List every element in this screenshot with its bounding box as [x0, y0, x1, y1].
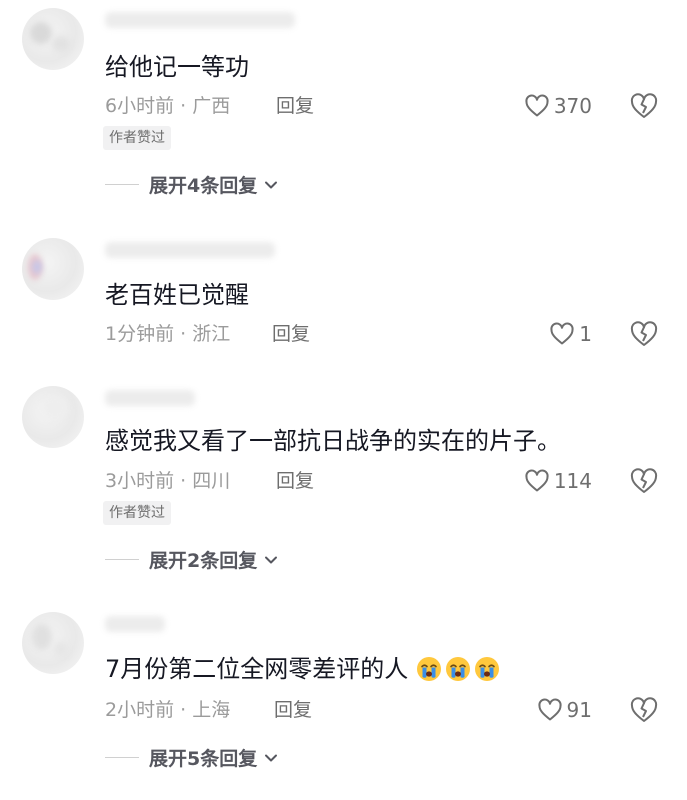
comment-text-content: 7月份第二位全网零差评的人 — [105, 655, 409, 683]
comment-time-location: 6小时前 · 广西 — [105, 95, 231, 117]
like-button[interactable]: 1 — [549, 322, 592, 346]
comment-text: 7月份第二位全网零差评的人 — [105, 654, 503, 684]
crying-emoji — [416, 657, 441, 681]
username[interactable] — [105, 390, 195, 406]
broken-heart-icon[interactable] — [629, 92, 659, 120]
avatar[interactable] — [22, 612, 84, 674]
broken-heart-icon[interactable] — [629, 467, 659, 495]
chevron-down-icon — [265, 556, 278, 563]
comment-text: 老百姓已觉醒 — [105, 281, 249, 309]
like-button[interactable]: 370 — [524, 94, 592, 118]
author-liked-badge: 作者赞过 — [103, 126, 171, 150]
expand-replies-button[interactable]: 展开4条回复 — [105, 171, 279, 198]
author-liked-badge: 作者赞过 — [103, 501, 171, 525]
expand-replies-label: 展开2条回复 — [149, 550, 258, 572]
comment-time-location: 1分钟前 · 浙江 — [105, 323, 231, 345]
comment-time-location: 3小时前 · 四川 — [105, 470, 231, 492]
reply-button[interactable]: 回复 — [276, 469, 314, 493]
heart-outline-icon — [525, 94, 549, 117]
broken-heart-icon[interactable] — [629, 320, 659, 348]
like-count: 1 — [579, 322, 592, 346]
chevron-down-icon — [265, 181, 278, 188]
expand-replies-button[interactable]: 展开5条回复 — [105, 744, 279, 771]
like-button[interactable]: 114 — [524, 469, 592, 493]
divider-line — [105, 757, 139, 758]
username[interactable] — [105, 12, 295, 28]
expand-replies-button[interactable]: 展开2条回复 — [105, 546, 279, 573]
username[interactable] — [105, 242, 275, 258]
reply-button[interactable]: 回复 — [276, 94, 314, 118]
chevron-down-icon — [265, 754, 278, 761]
avatar[interactable] — [22, 386, 84, 448]
avatar[interactable] — [22, 238, 84, 300]
expand-replies-label: 展开5条回复 — [149, 748, 258, 770]
like-count: 114 — [553, 469, 592, 493]
like-button[interactable]: 91 — [537, 698, 592, 722]
comment-text: 给他记一等功 — [105, 53, 249, 81]
divider-line — [105, 184, 139, 185]
heart-outline-icon — [537, 698, 562, 721]
like-count: 370 — [553, 94, 592, 118]
divider-line — [105, 559, 139, 560]
heart-outline-icon — [525, 469, 549, 492]
reply-button[interactable]: 回复 — [272, 322, 310, 346]
crying-emoji — [445, 657, 470, 681]
crying-emoji — [474, 657, 499, 681]
broken-heart-icon[interactable] — [629, 696, 659, 724]
like-count: 91 — [566, 698, 592, 722]
reply-button[interactable]: 回复 — [274, 698, 312, 722]
heart-outline-icon — [550, 322, 574, 345]
username[interactable] — [105, 616, 165, 632]
expand-replies-label: 展开4条回复 — [149, 175, 258, 197]
comment-text: 感觉我又看了一部抗日战争的实在的片子。 — [105, 427, 561, 455]
avatar[interactable] — [22, 8, 84, 70]
comment-time-location: 2小时前 · 上海 — [105, 699, 231, 721]
